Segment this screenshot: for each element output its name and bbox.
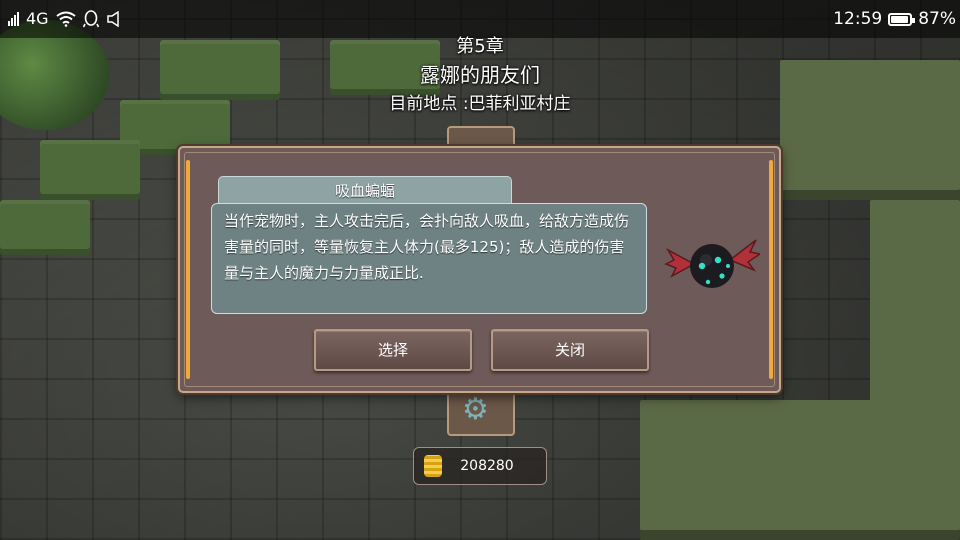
pet-name: 吸血蝙蝠 xyxy=(218,176,512,205)
gold-counter: 208280 xyxy=(413,447,547,485)
chapter-title: 露娜的朋友们 xyxy=(420,63,540,87)
signal-icon xyxy=(8,11,19,26)
network-type: 4G xyxy=(26,9,49,28)
gear-icon: ⚙ xyxy=(462,392,489,427)
dialog-accent-right xyxy=(769,160,773,379)
select-button[interactable]: 选择 xyxy=(314,329,472,371)
gold-amount: 208280 xyxy=(460,458,514,474)
wifi-icon xyxy=(55,11,76,27)
qq-icon xyxy=(82,9,99,27)
grass-block xyxy=(0,200,90,255)
vampire-bat-pet-icon xyxy=(664,239,760,288)
battery-percent: 87% xyxy=(918,9,956,29)
wall-block xyxy=(870,200,960,430)
clock: 12:59 xyxy=(833,9,883,29)
battery-icon xyxy=(888,12,916,26)
pet-info-dialog: 吸血蝙蝠 当作宠物时，主人攻击完后，会扑向敌人吸血，给敌方造成伤害量的同时，等量… xyxy=(178,146,781,393)
pet-description: 当作宠物时，主人攻击完后，会扑向敌人吸血，给敌方造成伤害量的同时，等量恢复主人体… xyxy=(211,203,647,314)
current-location: 目前地点 :巴菲利亚村庄 xyxy=(389,94,571,114)
grass-block xyxy=(40,140,140,200)
wall-block xyxy=(640,400,960,540)
close-button[interactable]: 关闭 xyxy=(491,329,649,371)
chapter-number: 第5章 xyxy=(456,36,504,57)
mute-icon xyxy=(106,10,119,27)
dialog-accent-left xyxy=(186,160,190,379)
